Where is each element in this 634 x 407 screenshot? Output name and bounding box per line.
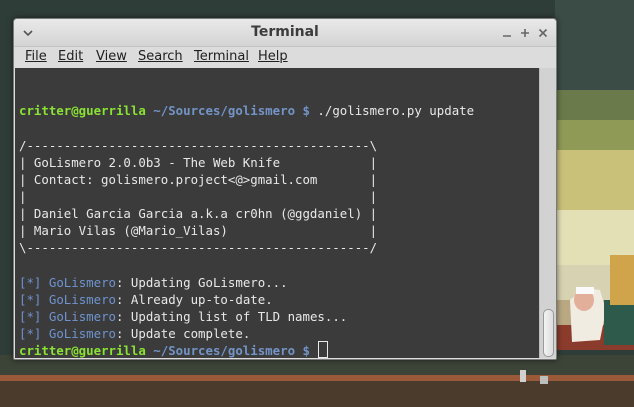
log-message: : Updating GoLismero...	[116, 275, 288, 290]
log-line: [*] GoLismero: Updating list of TLD name…	[19, 308, 347, 325]
banner-line: \---------------------------------------…	[19, 240, 378, 255]
command-text: ./golismero.py update	[309, 103, 475, 118]
menu-file[interactable]: File	[25, 47, 47, 67]
log-line: [*] GoLismero: Update complete.	[19, 325, 250, 342]
log-line: [*] GoLismero: Updating GoLismero...	[19, 274, 288, 291]
prompt-user: critter@guerrilla	[19, 343, 146, 358]
log-line: [*] GoLismero: Already up-to-date.	[19, 291, 273, 308]
banner-line: | Contact: golismero.project<@>gmail.com…	[19, 172, 378, 187]
log-name: GoLismero	[48, 275, 116, 290]
command-line: critter@guerrilla ~/Sources/golismero $ …	[19, 102, 474, 119]
log-message: : Update complete.	[116, 326, 251, 341]
menu-bar: File Edit View Search Terminal Help	[14, 47, 556, 67]
text-cursor	[318, 341, 329, 358]
log-name: GoLismero	[48, 292, 116, 307]
scrollbar[interactable]	[539, 68, 556, 358]
window-title: Terminal	[251, 24, 319, 40]
close-icon[interactable]	[536, 26, 550, 40]
log-message: : Already up-to-date.	[116, 292, 273, 307]
terminal-window[interactable]: Terminal File Edit View Search Terminal …	[13, 18, 557, 360]
minimize-icon[interactable]	[500, 26, 514, 40]
prompt-path: ~/Sources/golismero $	[145, 343, 310, 358]
log-message: : Updating list of TLD names...	[116, 309, 348, 324]
banner-line: | Mario Vilas (@Mario_Vilas) |	[19, 223, 378, 238]
log-name: GoLismero	[48, 326, 116, 341]
log-tag: [*]	[19, 292, 42, 307]
banner-line: | GoLismero 2.0.0b3 - The Web Knife |	[19, 155, 378, 170]
banner-line: /---------------------------------------…	[19, 138, 378, 153]
menu-terminal[interactable]: Terminal	[194, 47, 249, 67]
log-tag: [*]	[19, 275, 42, 290]
maximize-icon[interactable]	[518, 26, 532, 40]
prompt-user: critter@guerrilla	[19, 103, 146, 118]
terminal-output[interactable]: critter@guerrilla ~/Sources/golismero $ …	[15, 68, 539, 358]
menu-edit[interactable]: Edit	[58, 47, 83, 67]
banner-line: | Daniel Garcia Garcia a.k.a cr0hn (@ggd…	[19, 206, 378, 221]
log-name: GoLismero	[48, 309, 116, 324]
log-tag: [*]	[19, 309, 42, 324]
menu-search[interactable]: Search	[138, 47, 183, 67]
title-bar[interactable]: Terminal	[14, 19, 556, 47]
log-tag: [*]	[19, 326, 42, 341]
banner-line: | |	[19, 189, 378, 204]
scrollbar-thumb[interactable]	[543, 309, 554, 357]
menu-view[interactable]: View	[96, 47, 127, 67]
final-prompt-line: critter@guerrilla ~/Sources/golismero $	[19, 341, 329, 358]
menu-help[interactable]: Help	[258, 47, 288, 67]
prompt-path: ~/Sources/golismero $	[145, 103, 310, 118]
